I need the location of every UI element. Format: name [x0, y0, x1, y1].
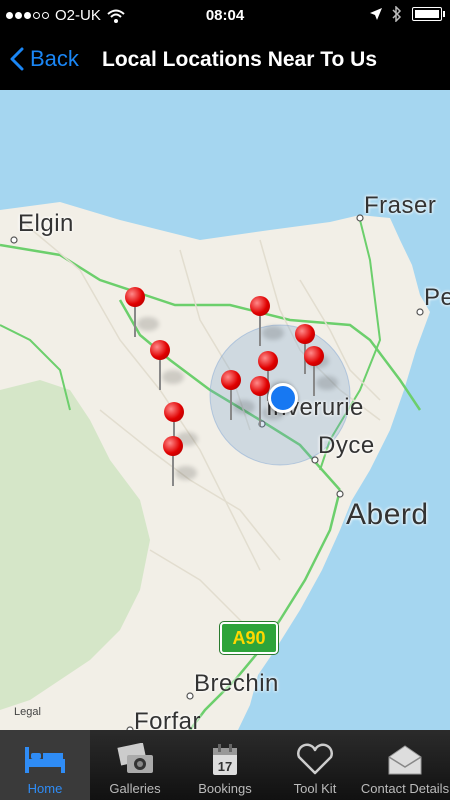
location-pin[interactable]: [304, 346, 338, 406]
camera-icon: [117, 743, 153, 773]
bluetooth-icon: [392, 6, 402, 22]
location-pin[interactable]: [250, 296, 284, 356]
calendar-icon: 17: [213, 744, 237, 775]
tab-bar: Home Galleries 17 Bookings Tool Kit Cont…: [0, 730, 450, 800]
heart-icon: [297, 743, 333, 775]
map-label-brechin: Brechin: [194, 670, 279, 697]
tab-bookings-label: Bookings: [198, 781, 252, 796]
map-view[interactable]: Elgin Fraser Pe Inverurie Dyce Aberd Bre…: [0, 90, 450, 730]
map-label-aberd: Aberd: [346, 498, 429, 531]
tab-contact-details-label: Contact Details: [360, 781, 450, 796]
location-pin[interactable]: [125, 287, 159, 347]
location-pin[interactable]: [250, 376, 284, 436]
envelope-icon: [388, 745, 422, 775]
map-label-pe: Pe: [424, 284, 450, 311]
location-pin[interactable]: [221, 370, 255, 430]
status-icons: [370, 6, 445, 22]
tab-galleries[interactable]: Galleries: [90, 730, 180, 800]
back-button[interactable]: Back: [10, 46, 79, 72]
tab-galleries-label: Galleries: [109, 781, 161, 796]
bed-icon: [25, 747, 65, 773]
location-arrow-icon: [370, 8, 382, 20]
map-label-elgin: Elgin: [18, 210, 74, 237]
tab-bookings[interactable]: 17 Bookings: [180, 730, 270, 800]
chevron-left-icon: [10, 47, 24, 71]
status-bar: O2-UK 08:04: [0, 0, 450, 32]
location-pin[interactable]: [150, 340, 184, 400]
location-pin[interactable]: [163, 436, 197, 496]
navigation-bar: Back Local Locations Near To Us: [0, 32, 450, 90]
legal-link[interactable]: Legal: [14, 706, 41, 718]
road-shield-a90: A90: [220, 622, 278, 654]
tab-home[interactable]: Home: [0, 730, 90, 800]
tab-tool-kit[interactable]: Tool Kit: [270, 730, 360, 800]
map-label-dyce: Dyce: [318, 432, 375, 459]
map-label-fraser: Fraser: [364, 192, 437, 219]
map-label-forfar: Forfar: [134, 708, 202, 730]
page-title: Local Locations Near To Us: [102, 48, 377, 71]
back-label: Back: [30, 46, 79, 71]
tab-home-label: Home: [27, 781, 63, 796]
tab-tool-kit-label: Tool Kit: [293, 781, 337, 796]
battery-icon: [412, 7, 445, 21]
calendar-day: 17: [218, 759, 232, 774]
current-location-dot[interactable]: [268, 383, 298, 413]
tab-contact-details[interactable]: Contact Details: [360, 730, 450, 800]
